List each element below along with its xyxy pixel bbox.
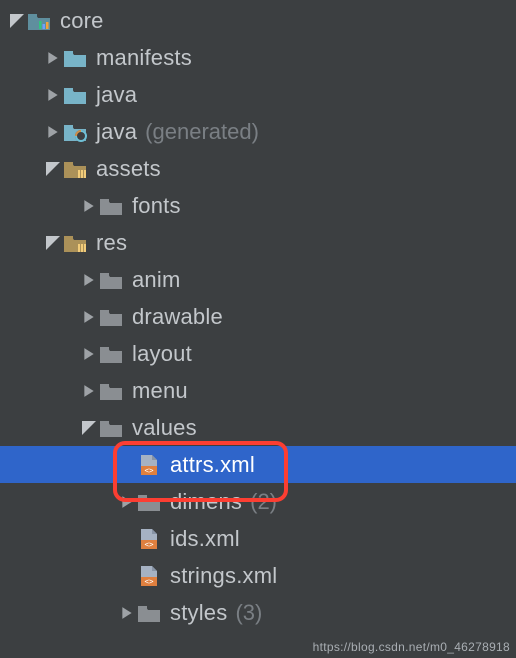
tree-label: strings.xml: [170, 565, 277, 587]
disclosure-triangle-expanded-icon[interactable]: [44, 236, 62, 250]
disclosure-triangle-expanded-icon[interactable]: [44, 162, 62, 176]
tree-node-fonts[interactable]: fonts: [0, 187, 516, 224]
disclosure-triangle-collapsed-icon[interactable]: [44, 125, 62, 139]
disclosure-triangle-collapsed-icon[interactable]: [118, 495, 136, 509]
tree-label: java: [96, 84, 137, 106]
folder-icon: [98, 269, 124, 291]
tree-label-count: (2): [250, 491, 277, 513]
svg-text:<>: <>: [144, 577, 154, 586]
tree-node-drawable[interactable]: drawable: [0, 298, 516, 335]
xml-file-icon: <>: [136, 454, 162, 476]
tree-label: attrs.xml: [170, 454, 255, 476]
tree-node-anim[interactable]: anim: [0, 261, 516, 298]
disclosure-triangle-collapsed-icon[interactable]: [44, 88, 62, 102]
tree-node-layout[interactable]: layout: [0, 335, 516, 372]
tree-label: java: [96, 121, 137, 143]
disclosure-triangle-collapsed-icon[interactable]: [80, 384, 98, 398]
folder-icon: [98, 195, 124, 217]
tree-node-core[interactable]: core: [0, 2, 516, 39]
folder-icon: [98, 306, 124, 328]
folder-icon: [136, 491, 162, 513]
tree-node-assets[interactable]: assets: [0, 150, 516, 187]
disclosure-triangle-expanded-icon[interactable]: [8, 14, 26, 28]
tree-label: drawable: [132, 306, 223, 328]
tree-label: manifests: [96, 47, 192, 69]
disclosure-triangle-collapsed-icon[interactable]: [44, 51, 62, 65]
generated-folder-icon: [62, 121, 88, 143]
disclosure-triangle-expanded-icon[interactable]: [80, 421, 98, 435]
tree-node-styles[interactable]: styles (3): [0, 594, 516, 631]
tree-node-strings-xml[interactable]: <> strings.xml: [0, 557, 516, 594]
folder-icon: [98, 343, 124, 365]
tree-label: res: [96, 232, 127, 254]
watermark-text: https://blog.csdn.net/m0_46278918: [313, 640, 510, 654]
folder-icon: [98, 380, 124, 402]
svg-text:<>: <>: [144, 540, 154, 549]
tree-label: dimens: [170, 491, 242, 513]
tree-node-attrs-xml[interactable]: <> attrs.xml: [0, 446, 516, 483]
tree-label: styles: [170, 602, 227, 624]
folder-icon: [98, 417, 124, 439]
tree-label: menu: [132, 380, 188, 402]
tree-node-ids-xml[interactable]: <> ids.xml: [0, 520, 516, 557]
tree-node-java-generated[interactable]: java (generated): [0, 113, 516, 150]
folder-icon: [136, 602, 162, 624]
tree-label: values: [132, 417, 197, 439]
xml-file-icon: <>: [136, 565, 162, 587]
disclosure-triangle-collapsed-icon[interactable]: [80, 310, 98, 324]
tree-label: layout: [132, 343, 192, 365]
tree-node-manifests[interactable]: manifests: [0, 39, 516, 76]
tree-node-java[interactable]: java: [0, 76, 516, 113]
tree-label: core: [60, 10, 104, 32]
project-tree: core manifests java: [0, 0, 516, 631]
tree-label: assets: [96, 158, 161, 180]
svg-text:<>: <>: [144, 466, 154, 475]
tree-node-menu[interactable]: menu: [0, 372, 516, 409]
tree-label-suffix: (generated): [145, 121, 259, 143]
module-folder-icon: [26, 10, 52, 32]
xml-file-icon: <>: [136, 528, 162, 550]
tree-label: anim: [132, 269, 181, 291]
resource-folder-icon: [62, 158, 88, 180]
disclosure-triangle-collapsed-icon[interactable]: [80, 273, 98, 287]
tree-label: fonts: [132, 195, 181, 217]
disclosure-triangle-collapsed-icon[interactable]: [80, 347, 98, 361]
folder-icon: [62, 47, 88, 69]
tree-label: ids.xml: [170, 528, 240, 550]
tree-node-res[interactable]: res: [0, 224, 516, 261]
tree-node-values[interactable]: values: [0, 409, 516, 446]
disclosure-triangle-collapsed-icon[interactable]: [118, 606, 136, 620]
tree-label-count: (3): [235, 602, 262, 624]
tree-node-dimens[interactable]: dimens (2): [0, 483, 516, 520]
disclosure-triangle-collapsed-icon[interactable]: [80, 199, 98, 213]
resource-folder-icon: [62, 232, 88, 254]
folder-icon: [62, 84, 88, 106]
